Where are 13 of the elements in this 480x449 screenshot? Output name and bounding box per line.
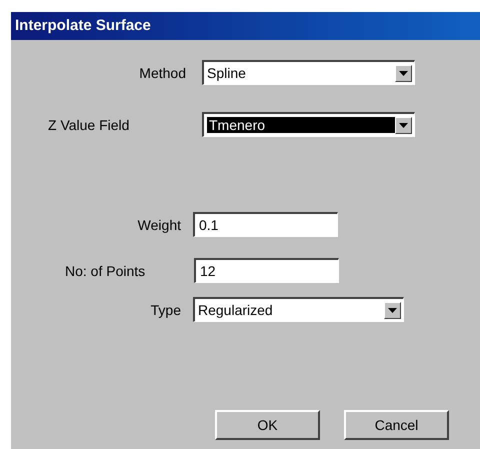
field-label: No: of Points <box>64 262 146 278</box>
dropdown[interactable]: Spline <box>202 60 415 85</box>
field-label: Z Value Field <box>47 116 130 132</box>
field-label: Type <box>150 302 181 318</box>
ok-button[interactable]: OK <box>215 410 320 440</box>
window-title: Interpolate Surface <box>11 12 480 40</box>
dropdown[interactable]: Tmenero <box>202 112 415 137</box>
input-field[interactable]: 0.1 <box>193 212 338 237</box>
dropdown[interactable]: Regularized <box>193 297 404 322</box>
cancel-button[interactable]: Cancel <box>344 410 449 440</box>
input-field[interactable]: 12 <box>194 258 339 283</box>
field-label: Method <box>138 64 186 80</box>
field-label: Weight <box>136 216 181 232</box>
